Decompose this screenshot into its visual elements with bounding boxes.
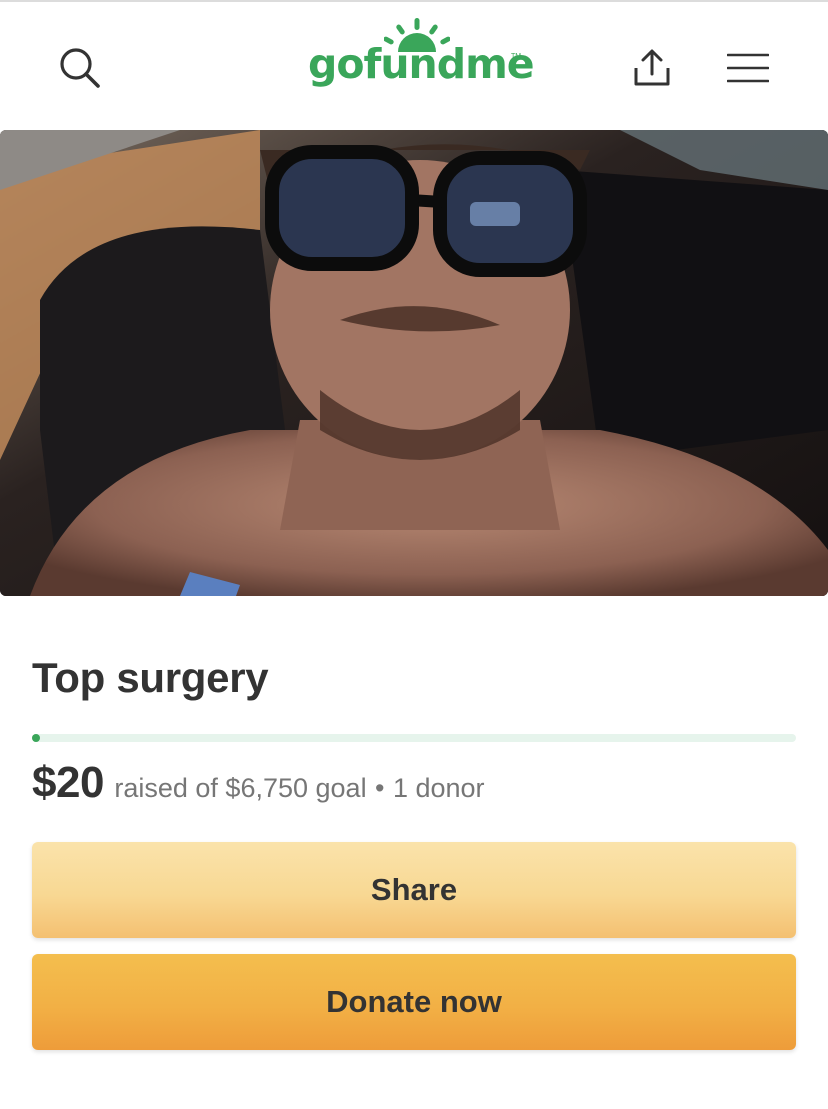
menu-button[interactable] — [718, 38, 778, 98]
share-button[interactable]: Share — [32, 842, 796, 938]
hero-photo — [0, 130, 828, 596]
logo-wordmark: gofundme — [308, 40, 535, 88]
campaign-title: Top surgery — [32, 654, 269, 701]
hamburger-menu-icon — [727, 53, 769, 83]
campaign-hero-image — [0, 130, 828, 596]
raised-amount: $20 — [32, 758, 104, 807]
share-upload-icon — [634, 49, 670, 86]
donate-now-button[interactable]: Donate now — [32, 954, 796, 1050]
fundraising-progress-bar — [32, 734, 796, 742]
header-share-button[interactable] — [620, 38, 684, 98]
raised-summary: $20 raised of $6,750 goal • 1 donor — [32, 758, 812, 808]
progress-bar-fill — [32, 734, 40, 742]
search-button[interactable] — [50, 38, 110, 98]
separator-dot: • — [375, 773, 385, 803]
logo-trademark: TM — [511, 53, 522, 60]
donor-count[interactable]: 1 donor — [393, 773, 485, 803]
search-icon — [60, 48, 100, 88]
raised-goal-text: raised of $6,750 goal — [114, 773, 367, 803]
top-nav-bar: gofundme TM — [0, 2, 828, 130]
gofundme-logo[interactable]: gofundme TM — [308, 18, 535, 98]
